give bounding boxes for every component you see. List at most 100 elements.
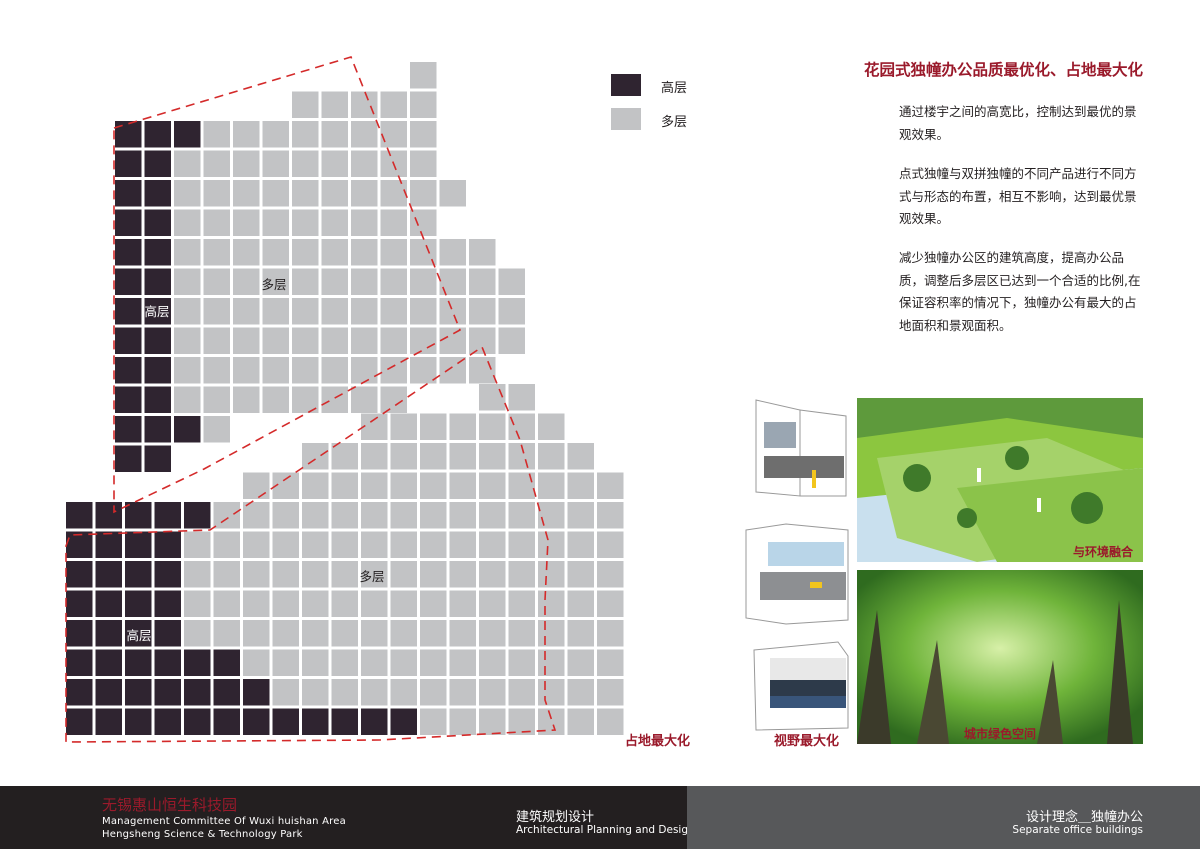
mid-rise-cell (479, 561, 506, 588)
mid-rise-cell (203, 209, 230, 236)
mid-rise-cell (597, 561, 624, 588)
rooftop-garden-image: 与环境融合 (857, 398, 1143, 562)
mid-rise-cell (498, 298, 525, 325)
mid-rise-cell (213, 531, 240, 558)
mid-rise-cell (410, 327, 437, 354)
mid-rise-cell (469, 327, 496, 354)
mid-rise-cell (597, 620, 624, 647)
mid-rise-cell (380, 121, 407, 148)
mid-rise-cell (213, 590, 240, 617)
mid-rise-cell (479, 679, 506, 706)
high-rise-cell (144, 180, 171, 207)
mid-rise-cell (321, 298, 348, 325)
mid-rise-cell (203, 386, 230, 413)
high-rise-cell (184, 708, 211, 735)
high-rise-cell (302, 708, 329, 735)
mid-rise-cell (439, 180, 466, 207)
mid-rise-cell (420, 472, 447, 499)
mid-rise-cell (420, 649, 447, 676)
high-rise-cell (66, 561, 93, 588)
legend-label-high-rise: 高层 (661, 81, 688, 96)
legend-item-mid-rise: 多层 (611, 108, 731, 132)
mid-rise-cell (233, 268, 260, 295)
mid-rise-cell (361, 443, 388, 470)
mid-rise-cell (380, 239, 407, 266)
mid-rise-cell (449, 708, 476, 735)
mid-rise-cell (351, 239, 378, 266)
mid-rise-cell (420, 531, 447, 558)
mid-rise-cell (420, 502, 447, 529)
high-rise-cell (115, 180, 142, 207)
mid-rise-cell (410, 62, 437, 89)
high-rise-cell (361, 708, 388, 735)
mid-rise-cell (567, 649, 594, 676)
mid-rise-cell (262, 298, 289, 325)
mid-rise-cell (331, 561, 358, 588)
high-rise-cell (115, 416, 142, 443)
high-rise-cell (125, 649, 152, 676)
mid-rise-cell (351, 298, 378, 325)
high-rise-cell (115, 209, 142, 236)
mid-rise-cell (410, 209, 437, 236)
mid-rise-cell (449, 413, 476, 440)
mid-rise-cell (292, 239, 319, 266)
mid-rise-cell (292, 268, 319, 295)
footer-project-en-1: Management Committee Of Wuxi huishan Are… (102, 816, 346, 827)
high-rise-cell (184, 649, 211, 676)
mid-rise-cell (174, 327, 201, 354)
mid-rise-cell (292, 121, 319, 148)
high-rise-cell (184, 679, 211, 706)
mid-rise-cell (292, 298, 319, 325)
caption-environment: 与环境融合 (1073, 544, 1134, 559)
mid-rise-cell (361, 590, 388, 617)
mid-rise-cell (272, 620, 299, 647)
high-rise-cell (115, 445, 142, 472)
mid-rise-cell (272, 590, 299, 617)
mid-rise-cell (292, 180, 319, 207)
mid-rise-cell (390, 443, 417, 470)
mid-rise-cell (479, 502, 506, 529)
mid-rise-cell (597, 649, 624, 676)
mid-rise-cell (321, 357, 348, 384)
mid-rise-cell (292, 209, 319, 236)
mid-rise-cell (567, 590, 594, 617)
mid-rise-cell (174, 386, 201, 413)
mid-rise-cell (449, 590, 476, 617)
footer-page-cn: 设计理念＿独幢办公 (1025, 810, 1143, 825)
mid-rise-cell (508, 679, 535, 706)
paragraph-2: 点式独幢与双拼独幢的不同产品进行不同方式与形态的布置，相互不影响，达到最优景观效… (899, 166, 1137, 226)
high-rise-cell (331, 708, 358, 735)
mid-rise-cell (449, 531, 476, 558)
mid-rise-cell (449, 443, 476, 470)
mid-rise-cell (203, 416, 230, 443)
high-rise-cell (272, 708, 299, 735)
mid-rise-cell (597, 708, 624, 735)
mid-rise-cell (213, 561, 240, 588)
high-rise-cell (144, 357, 171, 384)
mid-rise-cell (243, 590, 270, 617)
high-rise-cell (115, 386, 142, 413)
high-rise-cell (95, 649, 122, 676)
high-rise-cell (174, 121, 201, 148)
mid-rise-cell (390, 413, 417, 440)
high-rise-cell (154, 561, 181, 588)
mid-rise-cell (469, 239, 496, 266)
mid-rise-cell (321, 209, 348, 236)
mid-rise-cell (174, 357, 201, 384)
mid-rise-cell (351, 268, 378, 295)
high-rise-cell (154, 590, 181, 617)
mid-rise-cell (331, 590, 358, 617)
north-parcel-grid (115, 62, 525, 472)
paragraph-1: 通过楼宇之间的高宽比，控制达到最优的景观效果。 (899, 104, 1137, 142)
high-rise-cell (115, 150, 142, 177)
mid-rise-cell (272, 561, 299, 588)
mid-rise-cell (469, 298, 496, 325)
mid-rise-cell (203, 268, 230, 295)
high-rise-cell (66, 708, 93, 735)
mid-rise-cell (321, 239, 348, 266)
mid-rise-cell (390, 531, 417, 558)
high-rise-cell (125, 708, 152, 735)
mid-rise-cell (184, 590, 211, 617)
mid-rise-cell (262, 150, 289, 177)
mid-rise-cell (292, 327, 319, 354)
